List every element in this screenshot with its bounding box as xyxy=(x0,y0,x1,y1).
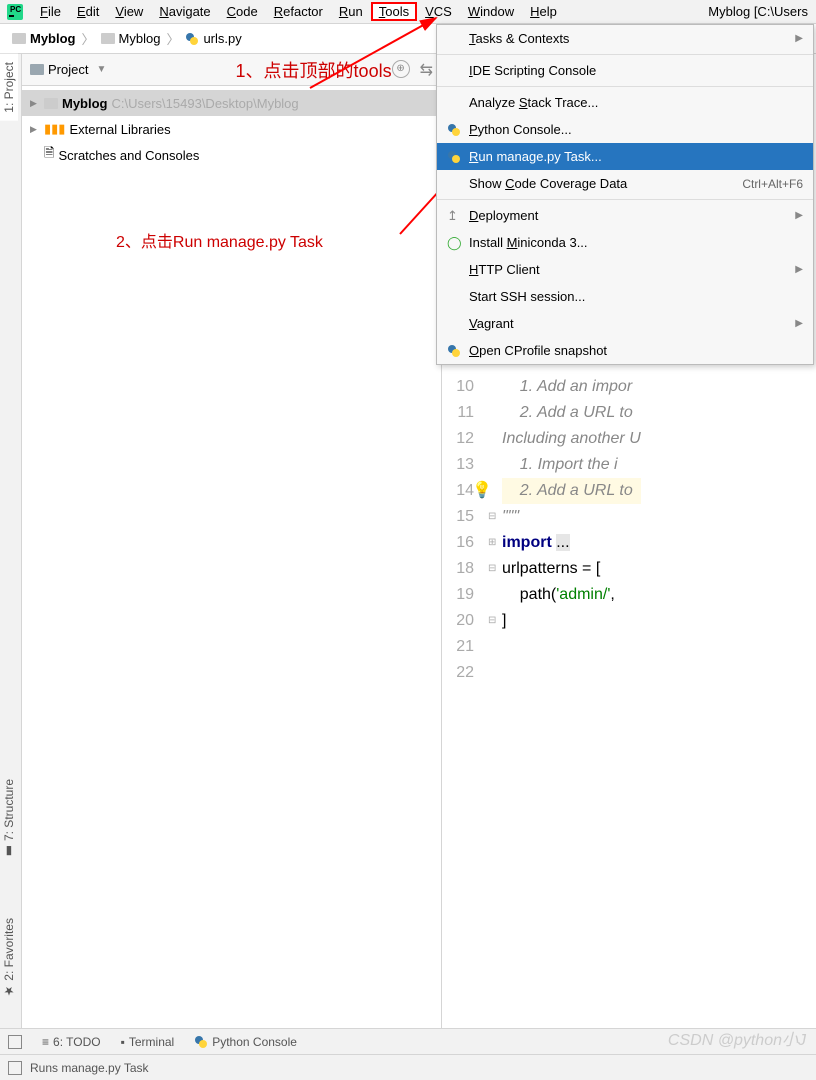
python-icon xyxy=(447,123,465,137)
python-icon xyxy=(447,150,465,164)
folder-icon xyxy=(12,33,26,44)
project-tree[interactable]: ▶MyblogC:\Users\15493\Desktop\Myblog▶▮▮▮… xyxy=(22,86,441,172)
menu-navigate[interactable]: Navigate xyxy=(151,2,218,21)
menu-edit[interactable]: Edit xyxy=(69,2,107,21)
menu-vcs[interactable]: VCS xyxy=(417,2,460,21)
tree-arrow-icon[interactable]: ▶ xyxy=(30,98,44,109)
tree-item[interactable]: ▶MyblogC:\Users\15493\Desktop\Myblog xyxy=(22,90,441,116)
pycharm-logo-icon: PC xyxy=(6,3,24,21)
status-bar: Runs manage.py Task xyxy=(0,1054,816,1080)
folder-icon xyxy=(101,33,115,44)
svg-text:PC: PC xyxy=(10,5,21,14)
window-title: Myblog [C:\Users xyxy=(708,4,812,19)
editor-content[interactable]: 1. Add an impor 2. Add a URL toIncluding… xyxy=(502,374,641,634)
project-panel: Project ▼ 1、点击顶部的tools ⊕ ⇆ ▶MyblogC:\Use… xyxy=(22,54,442,1028)
menu-help[interactable]: Help xyxy=(522,2,565,21)
collapse-icon[interactable]: ⇆ xyxy=(420,60,433,80)
menu-item-show-code-coverage-data[interactable]: Show Code Coverage DataCtrl+Alt+F6 xyxy=(437,170,813,197)
deploy-icon: ↥ xyxy=(447,208,465,224)
chevron-right-icon: ▶ xyxy=(795,210,803,221)
menu-item-tasks-contexts[interactable]: Tasks & Contexts▶ xyxy=(437,25,813,52)
menu-item-install-miniconda-3[interactable]: ◯Install Miniconda 3... xyxy=(437,229,813,256)
menu-separator xyxy=(437,86,813,87)
terminal-tab[interactable]: ▪ Terminal xyxy=(121,1035,175,1049)
locate-icon[interactable]: ⊕ xyxy=(392,60,410,78)
tree-item[interactable]: 🗎Scratches and Consoles xyxy=(22,142,441,168)
folder-icon xyxy=(44,98,58,109)
watermark: CSDN @python小J xyxy=(668,1026,806,1050)
menu-item-python-console[interactable]: Python Console... xyxy=(437,116,813,143)
project-tab[interactable]: 1: Project xyxy=(0,54,18,121)
tool-window-toggle-icon[interactable] xyxy=(8,1035,22,1049)
menu-run[interactable]: Run xyxy=(331,2,371,21)
favorites-tab[interactable]: ★ 2: Favorites xyxy=(0,888,18,1028)
menu-file[interactable]: File xyxy=(32,2,69,21)
structure-tab[interactable]: ▮ 7: Structure xyxy=(0,749,18,888)
shortcut-text: Ctrl+Alt+F6 xyxy=(742,177,803,191)
breadcrumb-item[interactable]: Myblog xyxy=(97,31,165,46)
menu-tools[interactable]: Tools xyxy=(371,2,417,21)
folder-icon xyxy=(30,64,44,75)
scratch-icon: 🗎 xyxy=(44,144,54,166)
python-file-icon xyxy=(185,32,199,46)
chevron-down-icon: ▼ xyxy=(96,64,106,75)
project-view-selector[interactable]: Project ▼ xyxy=(30,62,228,77)
tool-window-icon[interactable] xyxy=(8,1061,22,1075)
project-header: Project ▼ 1、点击顶部的tools ⊕ ⇆ xyxy=(22,54,441,86)
breadcrumb-separator: 〉 xyxy=(164,29,181,48)
menu-window[interactable]: Window xyxy=(460,2,522,21)
library-icon: ▮▮▮ xyxy=(44,121,65,137)
menu-item-open-cprofile-snapshot[interactable]: Open CProfile snapshot xyxy=(437,337,813,364)
menu-item-analyze-stack-trace[interactable]: Analyze Stack Trace... xyxy=(437,89,813,116)
breadcrumb-separator: 〉 xyxy=(80,29,97,48)
menu-refactor[interactable]: Refactor xyxy=(266,2,331,21)
python-icon xyxy=(447,344,465,358)
menu-view[interactable]: View xyxy=(107,2,151,21)
tree-arrow-icon[interactable]: ▶ xyxy=(30,124,44,135)
conda-icon: ◯ xyxy=(447,235,465,251)
chevron-right-icon: ▶ xyxy=(795,264,803,275)
menu-item-vagrant[interactable]: Vagrant▶ xyxy=(437,310,813,337)
breadcrumb-item[interactable]: Myblog xyxy=(8,31,80,46)
chevron-right-icon: ▶ xyxy=(795,318,803,329)
menu-item-http-client[interactable]: HTTP Client▶ xyxy=(437,256,813,283)
tree-item[interactable]: ▶▮▮▮External Libraries xyxy=(22,116,441,142)
annotation-2: 2、点击Run manage.py Task xyxy=(116,228,323,252)
annotation-1: 1、点击顶部的tools xyxy=(236,57,392,83)
status-text: Runs manage.py Task xyxy=(30,1061,149,1075)
python-console-tab[interactable]: Python Console xyxy=(194,1035,297,1049)
menu-code[interactable]: Code xyxy=(219,2,266,21)
menu-separator xyxy=(437,199,813,200)
menubar: PC FileEditViewNavigateCodeRefactorRunTo… xyxy=(0,0,816,24)
tools-menu-dropdown: Tasks & Contexts▶ IDE Scripting Console An… xyxy=(436,24,814,365)
todo-tab[interactable]: ≡ 6: TODO xyxy=(42,1035,101,1049)
menu-item-run-manage-py-task[interactable]: Run manage.py Task... xyxy=(437,143,813,170)
menu-item-start-ssh-session[interactable]: Start SSH session... xyxy=(437,283,813,310)
chevron-right-icon: ▶ xyxy=(795,33,803,44)
menu-item-ide-scripting-console[interactable]: IDE Scripting Console xyxy=(437,57,813,84)
breadcrumb-item[interactable]: urls.py xyxy=(181,31,245,46)
left-sidebar-bottom: ▮ 7: Structure ★ 2: Favorites xyxy=(0,749,22,1028)
menu-separator xyxy=(437,54,813,55)
menu-item-deployment[interactable]: ↥Deployment▶ xyxy=(437,202,813,229)
